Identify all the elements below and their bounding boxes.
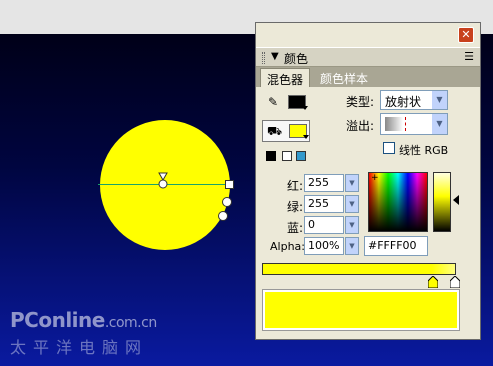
brightness-slider[interactable] xyxy=(433,172,451,232)
pencil-icon: ✎ xyxy=(268,95,279,109)
no-color-icon[interactable] xyxy=(282,151,292,161)
overflow-preview xyxy=(385,117,403,131)
fill-selector[interactable]: ⛟ xyxy=(262,120,310,142)
color-preview-fill xyxy=(265,292,457,328)
red-label: 红: xyxy=(287,179,304,193)
options-menu-icon[interactable]: ☰ xyxy=(464,50,474,63)
panel-titlebar[interactable]: ✕ xyxy=(256,23,480,47)
panel-title: 颜色 xyxy=(284,52,309,66)
alpha-dropdown-icon[interactable]: ▼ xyxy=(345,237,359,255)
type-label: 类型: xyxy=(346,95,375,109)
panel-grip[interactable] xyxy=(262,52,265,64)
rotation-handle[interactable] xyxy=(218,211,228,221)
watermark-brand: PConline xyxy=(10,308,105,332)
watermark-domain: .com.cn xyxy=(104,315,157,331)
blue-dropdown-icon[interactable]: ▼ xyxy=(345,216,359,234)
red-input[interactable]: 255 xyxy=(304,174,344,192)
green-input[interactable]: 255 xyxy=(304,195,344,213)
red-dropdown-icon[interactable]: ▼ xyxy=(345,174,359,192)
chevron-down-icon[interactable]: ▼ xyxy=(431,114,447,134)
overflow-marker xyxy=(405,117,406,131)
alpha-label: Alpha: xyxy=(270,240,305,253)
green-dropdown-icon[interactable]: ▼ xyxy=(345,195,359,213)
hex-color-input[interactable]: #FFFF00 xyxy=(364,236,428,256)
chevron-down-icon[interactable]: ▼ xyxy=(431,91,447,109)
collapse-arrow-icon[interactable]: ▼ xyxy=(271,51,279,62)
center-point-handle[interactable] xyxy=(158,172,168,190)
tab-color-swatches[interactable]: 颜色样本 xyxy=(314,68,374,87)
blue-input[interactable]: 0 xyxy=(304,216,344,234)
close-icon[interactable]: ✕ xyxy=(458,27,474,43)
crosshair-icon: + xyxy=(371,173,379,183)
green-label: 绿: xyxy=(287,200,304,214)
gradient-pointer-white[interactable] xyxy=(450,276,460,288)
color-panel: ✕ ▼ 颜色 ☰ 混色器 颜色样本 ✎ ⛟ 类型: 放射状 ▼ 溢出: ▼ 线性… xyxy=(255,22,481,340)
black-white-icon[interactable] xyxy=(266,151,276,161)
fill-dropdown-arrow-icon[interactable] xyxy=(303,135,309,139)
gradient-pointer-yellow[interactable] xyxy=(428,276,438,288)
blue-label: 蓝: xyxy=(287,221,304,235)
tab-color-mixer[interactable]: 混色器 xyxy=(260,68,311,87)
paint-bucket-icon: ⛟ xyxy=(267,124,283,138)
linear-rgb-label: 线性 RGB xyxy=(399,144,449,157)
overflow-label: 溢出: xyxy=(346,119,375,133)
color-spectrum-picker[interactable]: + xyxy=(368,172,428,232)
type-value: 放射状 xyxy=(385,95,422,109)
linear-rgb-checkbox[interactable] xyxy=(383,142,395,154)
gradient-definition-bar[interactable] xyxy=(262,263,456,275)
brightness-slider-handle[interactable] xyxy=(453,195,459,205)
panel-tabs: 混色器 颜色样本 xyxy=(256,67,480,87)
swap-colors-icon[interactable] xyxy=(296,151,306,161)
overflow-select[interactable]: ▼ xyxy=(380,113,448,135)
watermark: PConline.com.cn 太平洋电脑网 xyxy=(10,308,157,358)
color-preview xyxy=(262,289,460,331)
stroke-dropdown-arrow-icon[interactable] xyxy=(302,106,308,110)
type-select[interactable]: 放射状 ▼ xyxy=(380,90,448,110)
panel-header[interactable]: ▼ 颜色 ☰ xyxy=(256,47,480,67)
alpha-input[interactable]: 100% xyxy=(304,237,344,255)
width-handle[interactable] xyxy=(225,180,234,189)
size-handle[interactable] xyxy=(222,197,232,207)
watermark-chinese: 太平洋电脑网 xyxy=(10,338,149,357)
